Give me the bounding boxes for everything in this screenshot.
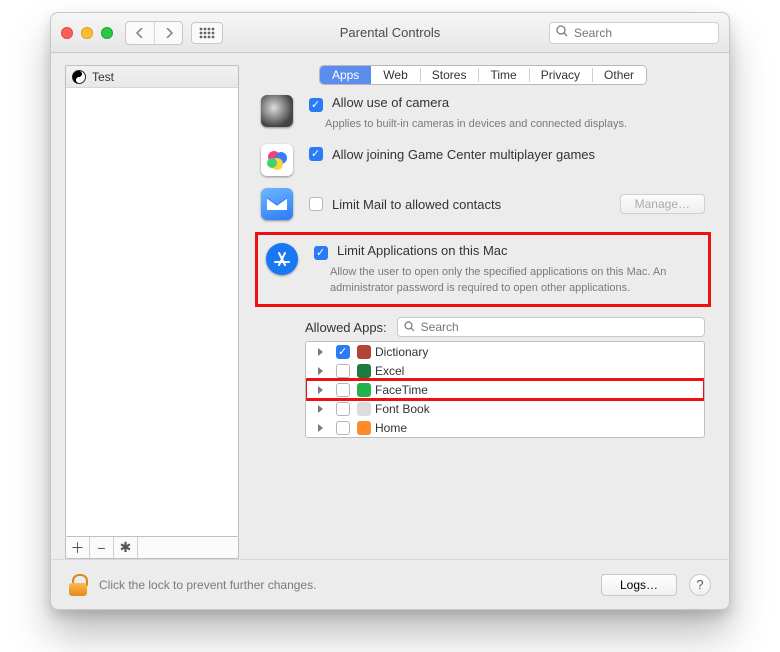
allowed-apps-search[interactable]: [397, 317, 705, 337]
close-window-button[interactable]: [61, 27, 73, 39]
tabs: AppsWebStoresTimePrivacyOther: [319, 65, 647, 85]
titlebar: Parental Controls: [51, 13, 729, 53]
app-name: Excel: [375, 364, 404, 378]
body: Test ＋ − ✱ AppsWebStoresTimePrivacyOther: [51, 53, 729, 559]
disclosure-triangle-icon[interactable]: [318, 348, 323, 356]
tab-time[interactable]: Time: [478, 66, 528, 84]
tab-content-apps: Allow use of camera Applies to built-in …: [251, 85, 715, 559]
help-button[interactable]: ?: [689, 574, 711, 596]
lock-text: Click the lock to prevent further change…: [99, 578, 316, 592]
toolbar-search-input[interactable]: [572, 25, 712, 41]
limit-apps-label: Limit Applications on this Mac: [337, 243, 508, 258]
camera-icon: [261, 95, 293, 127]
highlight-limit-apps: Limit Applications on this Mac Allow the…: [255, 232, 711, 307]
appstore-icon: [266, 243, 298, 275]
user-avatar-icon: [72, 70, 86, 84]
app-checkbox[interactable]: [336, 402, 350, 416]
limit-apps-desc: Allow the user to open only the specifie…: [310, 265, 700, 296]
lock-icon[interactable]: [69, 574, 87, 596]
minimize-window-button[interactable]: [81, 27, 93, 39]
app-checkbox[interactable]: [336, 364, 350, 378]
sidebar-footer: ＋ − ✱: [65, 537, 239, 559]
zoom-window-button[interactable]: [101, 27, 113, 39]
app-icon: [357, 402, 371, 416]
parental-controls-window: Parental Controls Test ＋ − ✱: [50, 12, 730, 610]
limit-apps-checkbox[interactable]: [314, 246, 328, 260]
mail-label: Limit Mail to allowed contacts: [332, 197, 501, 212]
option-gamecenter: Allow joining Game Center multiplayer ga…: [261, 144, 705, 176]
user-list[interactable]: Test: [65, 65, 239, 537]
tab-stores[interactable]: Stores: [420, 66, 479, 84]
app-icon: [357, 421, 371, 435]
app-checkbox[interactable]: [336, 383, 350, 397]
tab-other[interactable]: Other: [592, 66, 646, 84]
user-row[interactable]: Test: [66, 66, 238, 88]
back-button[interactable]: [126, 22, 154, 44]
search-icon: [556, 24, 568, 42]
option-camera: Allow use of camera Applies to built-in …: [261, 95, 705, 132]
app-icon: [357, 345, 371, 359]
toolbar-search[interactable]: [549, 22, 719, 44]
traffic-lights: [61, 27, 113, 39]
option-limit-apps: Limit Applications on this Mac Allow the…: [266, 243, 700, 296]
option-mail: Limit Mail to allowed contacts Manage…: [261, 188, 705, 220]
allowed-apps-title: Allowed Apps:: [305, 320, 387, 335]
disclosure-triangle-icon[interactable]: [318, 424, 323, 432]
app-row[interactable]: Font Book: [306, 399, 704, 418]
tab-web[interactable]: Web: [371, 66, 419, 84]
app-name: FaceTime: [375, 383, 428, 397]
app-name: Dictionary: [375, 345, 428, 359]
add-user-button[interactable]: ＋: [66, 537, 90, 558]
disclosure-triangle-icon[interactable]: [318, 386, 323, 394]
app-icon: [357, 364, 371, 378]
app-row[interactable]: Home: [306, 418, 704, 437]
footer: Click the lock to prevent further change…: [51, 559, 729, 609]
app-name: Home: [375, 421, 407, 435]
gamecenter-checkbox[interactable]: [309, 147, 323, 161]
app-icon: [357, 383, 371, 397]
gamecenter-label: Allow joining Game Center multiplayer ga…: [332, 147, 595, 162]
camera-label: Allow use of camera: [332, 95, 449, 110]
disclosure-triangle-icon[interactable]: [318, 405, 323, 413]
disclosure-triangle-icon[interactable]: [318, 367, 323, 375]
app-name: Font Book: [375, 402, 430, 416]
logs-button[interactable]: Logs…: [601, 574, 677, 596]
camera-desc: Applies to built-in cameras in devices a…: [305, 117, 705, 132]
allowed-apps-search-input[interactable]: [419, 319, 698, 335]
forward-button[interactable]: [154, 22, 182, 44]
camera-checkbox[interactable]: [309, 98, 323, 112]
gamecenter-icon: [261, 144, 293, 176]
allowed-apps-list[interactable]: Dictionary Excel FaceTime Font Book Home: [305, 341, 705, 438]
allowed-apps-section: Allowed Apps: Dictionary Excel FaceTime Fon…: [261, 317, 705, 438]
main: AppsWebStoresTimePrivacyOther Allow use …: [251, 65, 715, 559]
app-checkbox[interactable]: [336, 421, 350, 435]
tab-apps[interactable]: Apps: [320, 66, 371, 84]
app-checkbox[interactable]: [336, 345, 350, 359]
nav-buttons: [125, 21, 183, 45]
app-row[interactable]: FaceTime: [306, 380, 704, 399]
mail-icon: [261, 188, 293, 220]
tab-privacy[interactable]: Privacy: [529, 66, 592, 84]
manage-button[interactable]: Manage…: [620, 194, 705, 214]
user-name: Test: [92, 70, 114, 84]
sidebar-actions-button[interactable]: ✱: [114, 537, 138, 558]
sidebar: Test ＋ − ✱: [65, 65, 239, 559]
app-row[interactable]: Dictionary: [306, 342, 704, 361]
mail-checkbox[interactable]: [309, 197, 323, 211]
all-prefs-button[interactable]: [191, 22, 223, 44]
remove-user-button[interactable]: −: [90, 537, 114, 558]
app-row[interactable]: Excel: [306, 361, 704, 380]
search-icon: [404, 320, 415, 335]
